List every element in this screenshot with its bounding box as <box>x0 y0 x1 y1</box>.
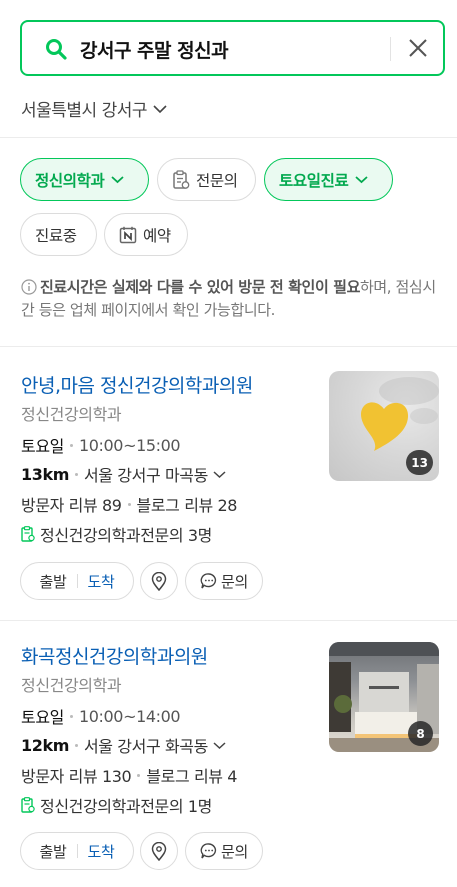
distance: 12km <box>21 735 69 755</box>
specialist-count: 정신건강의학과전문의 3명 <box>40 526 212 545</box>
close-icon[interactable] <box>406 36 430 60</box>
blog-review[interactable]: 블로그 리뷰 28 <box>137 492 238 516</box>
inquiry-label: 문의 <box>220 842 248 861</box>
naver-booking-icon <box>119 226 137 243</box>
address: 서울 강서구 화곡동 <box>83 737 208 756</box>
dot-separator <box>69 443 73 447</box>
search-input[interactable]: 강서구 주말 정신과 <box>80 36 229 63</box>
hours-day: 토요일 <box>21 708 64 727</box>
start-label[interactable]: 출발 <box>39 571 66 592</box>
chip-label: 토요일진료 <box>279 171 349 190</box>
inquiry-button[interactable]: 문의 <box>185 562 263 600</box>
chevron-down-icon <box>213 470 226 478</box>
inquiry-label: 문의 <box>220 572 248 591</box>
map-pin-button[interactable] <box>140 562 178 600</box>
dot-separator <box>127 502 131 506</box>
clipboard-icon <box>173 169 190 189</box>
dot-separator <box>137 773 141 777</box>
business-hours: 토요일 10:00~14:00 <box>21 704 181 728</box>
place-category: 정신건강의학과 <box>21 405 122 424</box>
filter-chip-psychiatry[interactable]: 정신의학과 <box>20 158 149 201</box>
chip-label: 정신의학과 <box>35 171 105 190</box>
region-label: 서울특별시 강서구 <box>21 101 148 121</box>
business-hours: 토요일 10:00~15:00 <box>21 433 181 457</box>
hours-time: 10:00~15:00 <box>78 435 181 455</box>
region-selector[interactable]: 서울특별시 강서구 <box>21 96 167 121</box>
chat-icon <box>200 843 217 859</box>
location-line[interactable]: 13km 서울 강서구 마곡동 <box>21 462 226 486</box>
blog-review[interactable]: 블로그 리뷰 4 <box>146 763 237 787</box>
specialist-count: 정신건강의학과전문의 1명 <box>40 797 212 816</box>
button-divider <box>76 844 78 858</box>
filter-chip-reservation[interactable]: 예약 <box>104 213 188 256</box>
chevron-down-icon <box>213 741 226 749</box>
arrive-label[interactable]: 도착 <box>88 571 115 592</box>
map-pin-icon <box>151 571 167 591</box>
chip-label: 전문의 <box>196 171 238 190</box>
chevron-down-icon <box>153 104 167 113</box>
map-pin-icon <box>151 841 167 861</box>
search-icon <box>46 39 67 60</box>
arrive-label[interactable]: 도착 <box>88 841 115 862</box>
hours-day: 토요일 <box>21 437 64 456</box>
location-line[interactable]: 12km 서울 강서구 화곡동 <box>21 733 226 757</box>
divider <box>0 137 457 138</box>
button-divider <box>76 574 78 588</box>
chat-icon <box>200 573 217 589</box>
map-pin-button[interactable] <box>140 832 178 870</box>
place-name-link[interactable]: 화곡정신건강의학과의원 <box>21 642 208 669</box>
dot-separator <box>74 743 78 747</box>
inquiry-button[interactable]: 문의 <box>185 832 263 870</box>
specialist-line: 정신건강의학과전문의 3명 <box>21 522 212 546</box>
filter-chip-saturday[interactable]: 토요일진료 <box>264 158 393 201</box>
clipboard-icon <box>21 526 35 542</box>
place-photo[interactable]: 13 <box>329 371 439 481</box>
photo-count-badge: 13 <box>406 450 433 475</box>
photo-count-badge: 8 <box>408 721 433 746</box>
chevron-down-icon <box>355 176 368 184</box>
search-divider <box>390 37 391 61</box>
place-photo[interactable]: 8 <box>329 642 439 752</box>
notice-bold: 진료시간은 실제와 다를 수 있어 방문 전 확인이 필요 <box>40 278 360 296</box>
info-icon <box>21 279 37 295</box>
hours-time: 10:00~14:00 <box>78 706 181 726</box>
specialist-line: 정신건강의학과전문의 1명 <box>21 793 212 817</box>
filter-chip-open-now[interactable]: 진료중 <box>20 213 97 256</box>
clipboard-icon <box>21 797 35 813</box>
directions-button[interactable]: 출발 도착 <box>20 562 134 600</box>
address: 서울 강서구 마곡동 <box>83 466 208 485</box>
place-category: 정신건강의학과 <box>21 676 122 695</box>
chevron-down-icon <box>111 176 124 184</box>
start-label[interactable]: 출발 <box>39 841 66 862</box>
place-name-link[interactable]: 안녕,마음 정신건강의학과의원 <box>21 371 253 398</box>
divider <box>0 620 457 621</box>
search-box[interactable]: 강서구 주말 정신과 <box>20 20 445 76</box>
chip-label: 예약 <box>143 226 171 245</box>
dot-separator <box>69 714 73 718</box>
directions-button[interactable]: 출발 도착 <box>20 832 134 870</box>
filter-chip-specialist[interactable]: 전문의 <box>157 158 256 201</box>
visitor-review[interactable]: 방문자 리뷰 130 <box>21 763 132 787</box>
distance: 13km <box>21 464 69 484</box>
review-line: 방문자 리뷰 130 블로그 리뷰 4 <box>21 763 237 787</box>
divider <box>0 346 457 347</box>
hours-notice: 진료시간은 실제와 다를 수 있어 방문 전 확인이 필요하며, 점심시간 등은… <box>21 276 441 322</box>
visitor-review[interactable]: 방문자 리뷰 89 <box>21 492 122 516</box>
dot-separator <box>74 472 78 476</box>
review-line: 방문자 리뷰 89 블로그 리뷰 28 <box>21 492 237 516</box>
chip-label: 진료중 <box>35 226 77 245</box>
